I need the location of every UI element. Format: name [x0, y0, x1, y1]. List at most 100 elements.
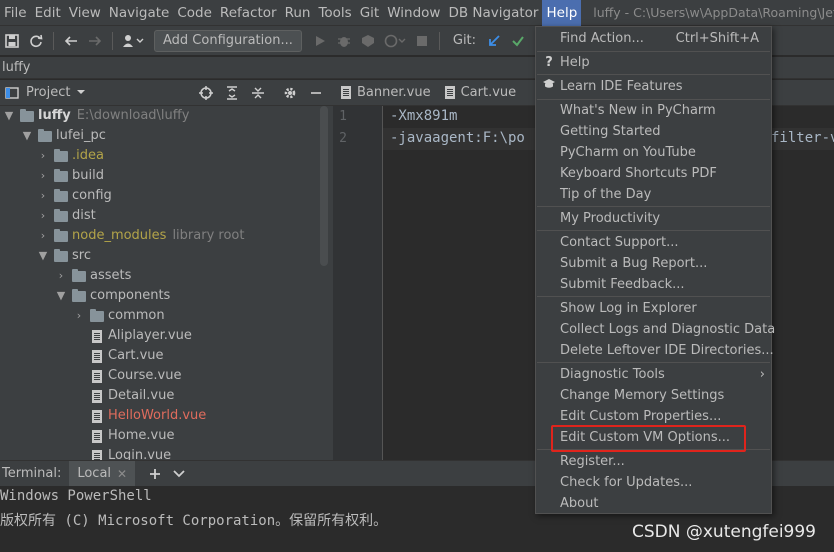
chevron-right-icon[interactable]: ›	[36, 186, 50, 206]
menu-item-show-log[interactable]: Show Log in Explorer	[536, 298, 771, 319]
tree-row-helloworld[interactable]: HelloWorld.vue	[86, 406, 206, 426]
chevron-down-icon[interactable]	[167, 462, 191, 486]
chevron-right-icon[interactable]: ›	[36, 166, 50, 186]
tab-cart-vue[interactable]: Cart.vue	[437, 80, 523, 106]
tree-row-idea[interactable]: › .idea	[36, 146, 104, 166]
graduation-cap-icon	[542, 76, 556, 97]
coverage-icon[interactable]	[356, 29, 380, 53]
tree-row-aliplayer[interactable]: Aliplayer.vue	[86, 326, 192, 346]
sync-icon[interactable]	[24, 29, 48, 53]
menu-navigate[interactable]: Navigate	[105, 0, 174, 26]
tree-row-course[interactable]: Course.vue	[86, 366, 181, 386]
menu-git[interactable]: Git	[356, 0, 384, 26]
menu-item-learn-ide-features[interactable]: Learn IDE Features	[536, 76, 771, 97]
chevron-right-icon[interactable]: ›	[54, 266, 68, 286]
chevron-down-icon[interactable]: ▼	[2, 106, 16, 126]
add-icon[interactable]	[143, 462, 167, 486]
menu-item-whats-new[interactable]: What's New in PyCharm	[536, 100, 771, 121]
tree-row-detail[interactable]: Detail.vue	[86, 386, 174, 406]
locate-icon[interactable]	[195, 83, 217, 103]
menu-item-edit-custom-properties[interactable]: Edit Custom Properties...	[536, 406, 771, 427]
minimize-icon[interactable]	[305, 83, 327, 103]
debug-icon[interactable]	[332, 29, 356, 53]
menu-separator	[537, 296, 770, 297]
code-line: -javaagent:F:\po	[390, 130, 525, 146]
menu-item-label: Learn IDE Features	[560, 79, 683, 94]
file-icon	[92, 409, 102, 423]
tree-row-node-modules[interactable]: › node_modules library root	[36, 226, 245, 246]
tree-row-login[interactable]: Login.vue	[86, 446, 171, 460]
menu-item-about[interactable]: About	[536, 493, 771, 514]
menu-window[interactable]: Window	[383, 0, 444, 26]
gear-icon[interactable]	[279, 83, 301, 103]
tree-row-build[interactable]: › build	[36, 166, 104, 186]
git-commit-icon[interactable]	[506, 29, 530, 53]
terminal-tab-local[interactable]: Local ✕	[69, 460, 136, 487]
menu-refactor[interactable]: Refactor	[216, 0, 281, 26]
tab-banner-vue[interactable]: Banner.vue	[333, 80, 437, 106]
menu-item-help[interactable]: ? Help	[536, 52, 771, 73]
menu-item-my-productivity[interactable]: My Productivity	[536, 208, 771, 229]
add-configuration-button[interactable]: Add Configuration...	[154, 29, 302, 52]
menu-item-tip-of-the-day[interactable]: Tip of the Day	[536, 184, 771, 205]
menu-help[interactable]: Help	[542, 0, 582, 26]
chevron-down-icon[interactable]: ▼	[54, 286, 68, 306]
chevron-down-icon[interactable]: ▼	[20, 126, 34, 146]
tree-row-lufei-pc[interactable]: ▼ lufei_pc	[20, 126, 106, 146]
menu-item-collect-logs[interactable]: Collect Logs and Diagnostic Data	[536, 319, 775, 340]
back-icon[interactable]	[59, 29, 83, 53]
chevron-right-icon[interactable]: ›	[36, 146, 50, 166]
collapse-all-icon[interactable]	[247, 83, 269, 103]
profile-icon[interactable]	[380, 29, 410, 53]
close-icon[interactable]: ✕	[117, 461, 127, 487]
project-view-selector[interactable]: Project	[26, 85, 70, 100]
menu-item-submit-bug[interactable]: Submit a Bug Report...	[536, 253, 771, 274]
tree-label: common	[108, 308, 165, 323]
menu-item-submit-feedback[interactable]: Submit Feedback...	[536, 274, 771, 295]
save-icon[interactable]	[0, 29, 24, 53]
user-icon[interactable]	[118, 29, 148, 53]
tree-row-common[interactable]: › common	[72, 306, 165, 326]
menu-edit[interactable]: Edit	[31, 0, 65, 26]
menu-item-youtube[interactable]: PyCharm on YouTube	[536, 142, 771, 163]
chevron-down-icon[interactable]	[76, 85, 86, 100]
tree-row-dist[interactable]: › dist	[36, 206, 96, 226]
menu-file[interactable]: File	[0, 0, 31, 26]
chevron-down-icon[interactable]: ▼	[36, 246, 50, 266]
menu-item-check-updates[interactable]: Check for Updates...	[536, 472, 771, 493]
menu-tools[interactable]: Tools	[314, 0, 355, 26]
run-icon[interactable]	[308, 29, 332, 53]
tree-row-cart[interactable]: Cart.vue	[86, 346, 164, 366]
tree-row-luffy[interactable]: ▼ luffy E:\download\luffy	[2, 106, 190, 126]
menu-view[interactable]: View	[65, 0, 105, 26]
menu-db-navigator[interactable]: DB Navigator	[444, 0, 542, 26]
folder-icon	[72, 268, 86, 282]
menu-item-delete-leftover[interactable]: Delete Leftover IDE Directories...	[536, 340, 774, 361]
menu-item-label: My Productivity	[560, 211, 661, 226]
stop-icon[interactable]	[410, 29, 434, 53]
menu-run[interactable]: Run	[281, 0, 315, 26]
menu-item-keyboard-shortcuts-pdf[interactable]: Keyboard Shortcuts PDF	[536, 163, 771, 184]
menu-item-diagnostic-tools[interactable]: Diagnostic Tools ›	[536, 364, 771, 385]
menu-item-change-memory[interactable]: Change Memory Settings	[536, 385, 771, 406]
git-update-icon[interactable]	[482, 29, 506, 53]
menu-item-getting-started[interactable]: Getting Started	[536, 121, 771, 142]
tree-row-src[interactable]: ▼ src	[36, 246, 91, 266]
tree-row-assets[interactable]: › assets	[54, 266, 132, 286]
menu-item-contact-support[interactable]: Contact Support...	[536, 232, 771, 253]
menu-code[interactable]: Code	[173, 0, 216, 26]
menu-item-label: What's New in PyCharm	[560, 103, 716, 118]
tree-row-config[interactable]: › config	[36, 186, 112, 206]
forward-icon[interactable]	[83, 29, 107, 53]
tree-scrollbar[interactable]	[320, 106, 328, 266]
menu-item-find-action[interactable]: Find Action... Ctrl+Shift+A	[536, 28, 771, 49]
chevron-right-icon[interactable]: ›	[72, 306, 86, 326]
tree-row-components[interactable]: ▼ components	[54, 286, 171, 306]
expand-all-icon[interactable]	[221, 83, 243, 103]
chevron-right-icon[interactable]: ›	[36, 226, 50, 246]
tree-row-home[interactable]: Home.vue	[86, 426, 174, 446]
chevron-right-icon[interactable]: ›	[36, 206, 50, 226]
file-icon	[341, 86, 351, 99]
tree-label: luffy	[38, 108, 71, 123]
menu-item-register[interactable]: Register...	[536, 451, 771, 472]
